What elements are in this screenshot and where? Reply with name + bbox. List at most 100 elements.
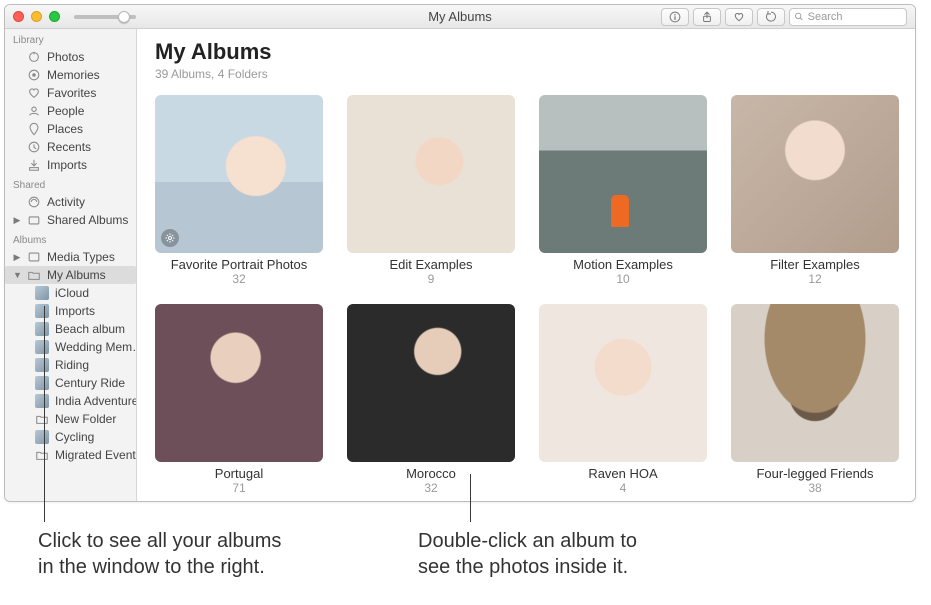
sidebar-item-places[interactable]: Places [5,120,136,138]
sidebar-item-label: Cycling [55,430,94,444]
sidebar-section-shared: Shared [5,174,136,193]
album-count: 32 [232,272,245,286]
album-thumb-icon [35,430,49,444]
sidebar-item-imports-album[interactable]: Imports [5,302,136,320]
zoom-window-button[interactable] [49,11,60,22]
smart-album-badge [161,229,179,247]
album-thumbnail[interactable] [731,304,899,462]
sidebar-item-label: Photos [47,50,84,64]
album-thumbnail[interactable] [347,304,515,462]
sidebar-item-icloud[interactable]: iCloud [5,284,136,302]
rotate-button[interactable] [757,8,785,26]
sidebar-item-label: Riding [55,358,89,372]
album-grid: Favorite Portrait Photos 32 Edit Example… [155,95,897,495]
album-thumb-icon [35,376,49,390]
pin-icon [27,122,41,136]
album-title: Morocco [406,466,456,481]
album-filter-examples[interactable]: Filter Examples 12 [731,95,899,286]
album-thumbnail[interactable] [539,95,707,253]
sidebar-item-imports[interactable]: Imports [5,156,136,174]
sidebar-item-riding[interactable]: Riding [5,356,136,374]
sidebar-item-people[interactable]: People [5,102,136,120]
callout-text-left: Click to see all your albums in the wind… [38,528,281,580]
search-input[interactable] [808,11,902,23]
album-thumbnail[interactable] [731,95,899,253]
album-title: Four-legged Friends [756,466,873,481]
sidebar-item-activity[interactable]: Activity [5,193,136,211]
album-thumbnail[interactable] [155,95,323,253]
sidebar-item-label: Media Types [47,250,115,264]
folder-icon [27,268,41,282]
rotate-icon [765,11,777,23]
album-raven-hoa[interactable]: Raven HOA 4 [539,304,707,495]
share-button[interactable] [693,8,721,26]
favorite-button[interactable] [725,8,753,26]
album-portugal[interactable]: Portugal 71 [155,304,323,495]
album-title: Portugal [215,466,263,481]
sidebar-item-label: Favorites [47,86,96,100]
sidebar-item-wedding-mem[interactable]: Wedding Mem… [5,338,136,356]
album-count: 71 [232,481,245,495]
sidebar-item-recents[interactable]: Recents [5,138,136,156]
photos-icon [27,50,41,64]
sidebar-item-india-adventure[interactable]: India Adventure [5,392,136,410]
sidebar-section-albums: Albums [5,229,136,248]
sidebar-item-memories[interactable]: Memories [5,66,136,84]
sidebar-item-my-albums[interactable]: ▼ My Albums [5,266,136,284]
sidebar-item-favorites[interactable]: Favorites [5,84,136,102]
album-morocco[interactable]: Morocco 32 [347,304,515,495]
album-title: Filter Examples [770,257,860,272]
toolbar-right [661,8,907,26]
sidebar-item-label: Imports [55,304,95,318]
album-title: Raven HOA [588,466,657,481]
album-thumbnail[interactable] [155,304,323,462]
slider-knob[interactable] [118,11,130,23]
album-thumbnail[interactable] [347,95,515,253]
sidebar-item-photos[interactable]: Photos [5,48,136,66]
sidebar[interactable]: Library Photos Memories Favorites People [5,29,137,501]
content-area[interactable]: My Albums 39 Albums, 4 Folders Favorite … [137,29,915,501]
album-thumb-icon [35,286,49,300]
sidebar-item-century-ride[interactable]: Century Ride [5,374,136,392]
album-four-legged-friends[interactable]: Four-legged Friends 38 [731,304,899,495]
search-field[interactable] [789,8,907,26]
sidebar-item-cycling[interactable]: Cycling [5,428,136,446]
close-window-button[interactable] [13,11,24,22]
sidebar-item-label: People [47,104,84,118]
sidebar-item-label: Imports [47,158,87,172]
share-icon [701,11,713,23]
clock-icon [27,140,41,154]
album-motion-examples[interactable]: Motion Examples 10 [539,95,707,286]
sidebar-item-label: My Albums [47,268,106,282]
sidebar-item-shared-albums[interactable]: ▶ Shared Albums [5,211,136,229]
thumbnail-zoom-slider[interactable] [74,15,136,19]
album-title: Favorite Portrait Photos [171,257,308,272]
sidebar-item-label: Century Ride [55,376,125,390]
minimize-window-button[interactable] [31,11,42,22]
chevron-right-icon[interactable]: ▶ [13,215,21,226]
gear-icon [164,232,176,244]
titlebar: My Albums [5,5,915,29]
page-title: My Albums [155,39,897,65]
sidebar-item-label: New Folder [55,412,116,426]
album-edit-examples[interactable]: Edit Examples 9 [347,95,515,286]
album-favorite-portrait-photos[interactable]: Favorite Portrait Photos 32 [155,95,323,286]
album-thumb-icon [35,394,49,408]
sidebar-item-beach-album[interactable]: Beach album [5,320,136,338]
media-icon [27,250,41,264]
album-count: 10 [616,272,629,286]
album-count: 9 [428,272,435,286]
shared-icon [27,213,41,227]
import-icon [27,158,41,172]
album-count: 38 [808,481,821,495]
chevron-down-icon[interactable]: ▼ [13,270,21,280]
sidebar-item-label: Migrated Events [55,448,136,462]
sidebar-item-media-types[interactable]: ▶ Media Types [5,248,136,266]
album-title: Edit Examples [389,257,472,272]
chevron-right-icon[interactable]: ▶ [13,252,21,263]
sidebar-item-migrated-events[interactable]: Migrated Events [5,446,136,464]
sidebar-item-new-folder[interactable]: New Folder [5,410,136,428]
album-thumbnail[interactable] [539,304,707,462]
info-button[interactable] [661,8,689,26]
sidebar-item-label: Wedding Mem… [55,340,136,354]
